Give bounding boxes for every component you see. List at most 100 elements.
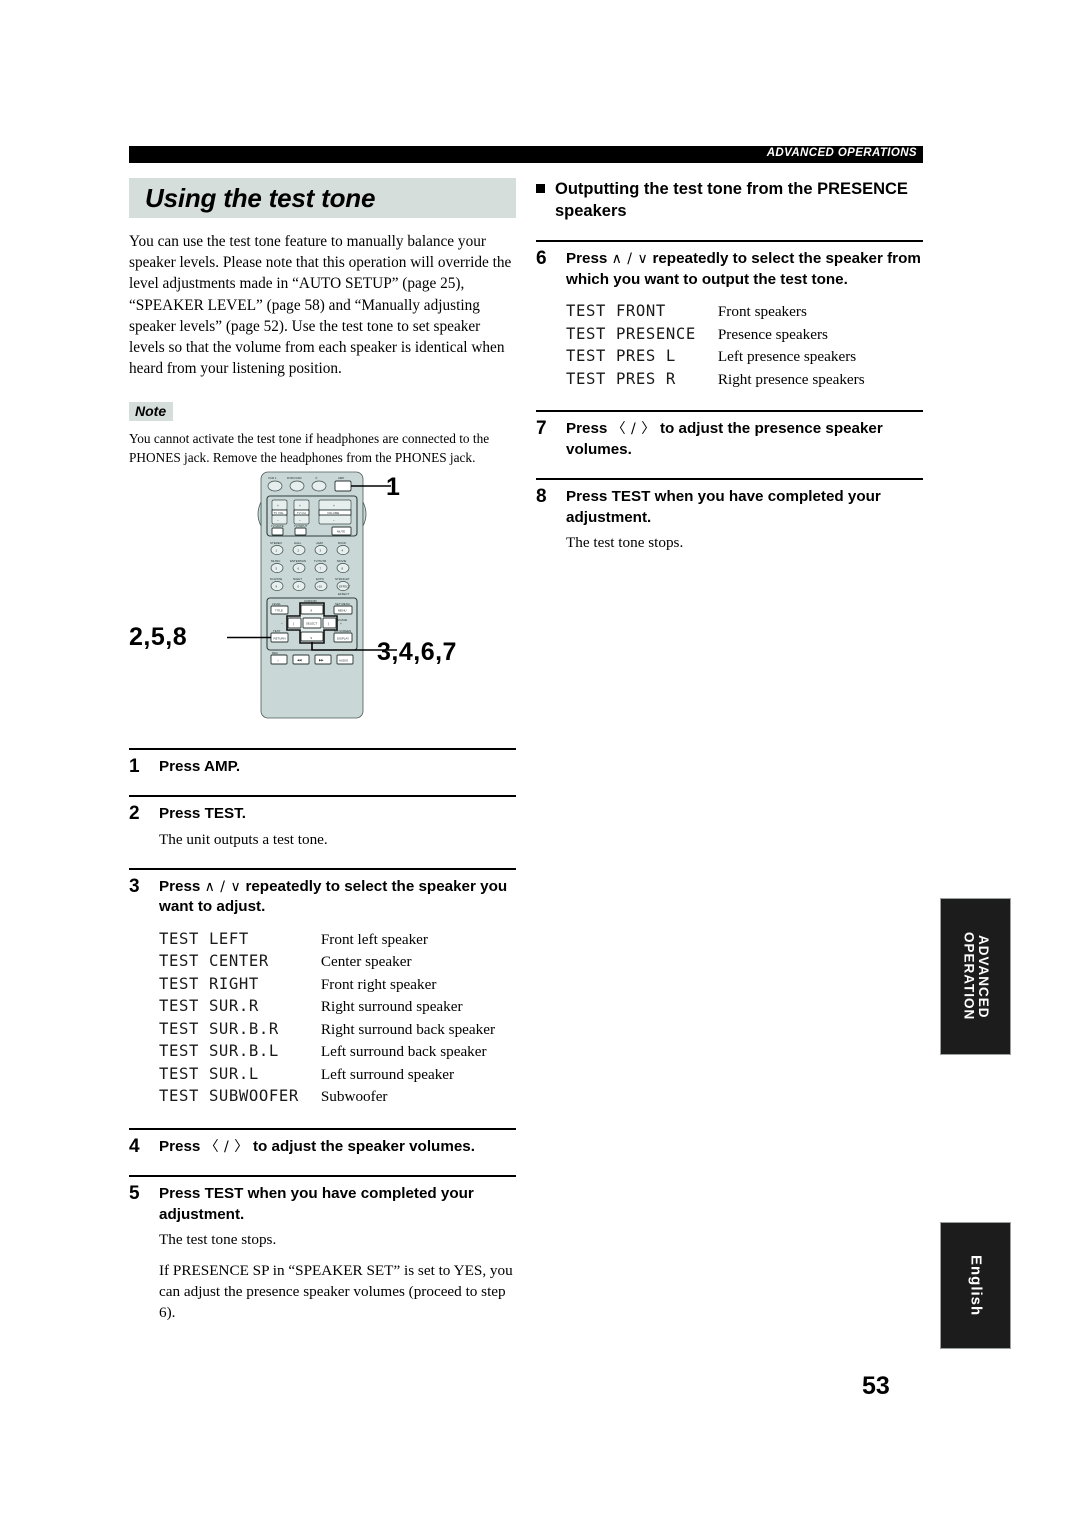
right-column: Outputting the test tone from the PRESEN… [536, 178, 923, 553]
page-title-text: Using the test tone [145, 182, 376, 213]
svg-text:VCR 1: VCR 1 [268, 476, 277, 480]
lcd-code: TEST PRESENCE [566, 324, 718, 347]
step-3-heading: Press ∧ / ∨ repeatedly to select the spe… [159, 877, 516, 918]
svg-text:STEREO: STEREO [270, 541, 283, 545]
step-6: 6 Press ∧ / ∨ repeatedly to select the s… [536, 240, 923, 290]
page-title: Using the test tone [129, 178, 516, 218]
step-5-body: Press TEST when you have completed your … [159, 1184, 516, 1323]
remote-control-figure: .bd { fill:#c9d8d6; stroke:#4b5a58; stro… [129, 470, 516, 720]
step-5-heading: Press TEST when you have completed your … [159, 1185, 474, 1223]
svg-text:−: − [299, 519, 301, 523]
updown-arrow-icon: ∧ / ∨ [204, 878, 242, 895]
step-7-number: 7 [536, 418, 547, 439]
lcd-code: TEST CENTER [159, 952, 321, 975]
lcd-code: TEST FRONT [566, 302, 718, 325]
step-4-heading-pre: Press [159, 1137, 205, 1155]
lcd-table-right: TEST FRONT Front speakers TEST PRESENCE Pr… [566, 302, 865, 392]
step-4-heading: Press 〈 / 〉 to adjust the speaker volume… [159, 1137, 516, 1158]
step-8-heading: Press TEST when you have completed your … [566, 488, 881, 526]
callout-1: 1 [386, 473, 401, 501]
square-bullet-icon [536, 184, 545, 193]
svg-text:−: − [333, 519, 335, 523]
svg-text:RETURN: RETURN [274, 637, 286, 641]
svg-text:AMP: AMP [338, 476, 344, 480]
svg-text:◀◀: ◀◀ [297, 658, 302, 662]
step-3-heading-pre: Press [159, 877, 205, 895]
lcd-code: TEST RIGHT [159, 974, 321, 998]
step-6-body: Press ∧ / ∨ repeatedly to select the spe… [566, 249, 923, 290]
updown-arrow-icon: ∧ / ∨ [611, 251, 649, 267]
svg-text:REC: REC [272, 651, 278, 655]
lcd-desc: Right surround speaker [320, 998, 463, 1016]
svg-text:SELECT: SELECT [306, 622, 317, 626]
lcd-code: TEST SUR.B.L [159, 1042, 321, 1065]
svg-text:DISPLAY: DISPLAY [337, 637, 349, 641]
lcd-table-left-body: TEST LEFT Front left speaker TEST CENTER C… [159, 929, 496, 1110]
svg-text:TEST: TEST [273, 629, 281, 633]
svg-text:⟨: ⟨ [293, 622, 294, 626]
lcd-code: TEST SUBWOOFER [159, 1087, 321, 1110]
svg-text:○: ○ [277, 659, 279, 663]
index-tab-english-label: English [967, 1254, 985, 1317]
table-row: TEST LEFT Front left speaker [159, 929, 495, 953]
svg-text:−: − [277, 519, 279, 523]
svg-text:CURSOR: CURSOR [304, 599, 317, 603]
svg-text:⟩: ⟩ [328, 622, 329, 626]
lcd-code: TEST PRES R [566, 369, 718, 392]
step-8-detail: The test tone stops. [566, 534, 684, 551]
lcd-desc: Right presence speakers [717, 370, 865, 388]
table-row: TEST RIGHT Front right speaker [159, 974, 495, 998]
svg-text:+: + [299, 504, 301, 508]
step-1-body: Press AMP. [159, 757, 516, 778]
step-2-detail: The unit outputs a test tone. [159, 830, 328, 848]
svg-text:5CH/STE: 5CH/STE [270, 577, 282, 581]
svg-text:MUSIC: MUSIC [271, 559, 280, 563]
running-head-label: ADVANCED OPERATIONS [766, 147, 917, 159]
index-tab-advanced-label: ADVANCED OPERATION [961, 932, 992, 1021]
step-4-body: Press 〈 / 〉 to adjust the speaker volume… [159, 1137, 516, 1158]
step-1-heading: Press AMP. [159, 757, 241, 775]
step-7-heading: Press 〈 / 〉 to adjust the presence speak… [566, 419, 923, 460]
lcd-desc: Presence speakers [717, 325, 828, 343]
lcd-desc: Subwoofer [320, 1088, 388, 1106]
step-8: 8 Press TEST when you have completed you… [536, 478, 923, 553]
svg-text:ROCK: ROCK [338, 541, 346, 545]
lcd-desc: Front right speaker [320, 975, 437, 993]
table-row: TEST FRONT Front speakers [566, 302, 865, 325]
left-column: Using the test tone You can use the test… [129, 178, 516, 1323]
table-row: TEST SUR.L Left surround speaker [159, 1064, 495, 1088]
step-6-heading-pre: Press [566, 250, 612, 267]
step-2-body: Press TEST. The unit outputs a test tone… [159, 804, 516, 850]
subsection-title-text: Outputting the test tone from the PRESEN… [555, 180, 908, 220]
svg-text:TV CH: TV CH [297, 511, 306, 515]
svg-text:HALL: HALL [294, 541, 302, 545]
svg-text:TV VOL: TV VOL [274, 511, 285, 515]
svg-text:JAZZ: JAZZ [316, 541, 323, 545]
svg-text:EFFECT: EFFECT [339, 585, 350, 589]
step-6-number: 6 [536, 248, 547, 269]
svg-text:SET MENU: SET MENU [335, 602, 350, 606]
svg-text:ON SCREEN: ON SCREEN [334, 629, 351, 633]
note-label: Note [129, 402, 174, 422]
svg-text:STRAIGHT: STRAIGHT [335, 577, 350, 581]
svg-text:∧: ∧ [310, 609, 312, 613]
step-4: 4 Press 〈 / 〉 to adjust the speaker volu… [129, 1127, 516, 1158]
step-8-body: Press TEST when you have completed your … [566, 487, 923, 553]
svg-text:TV MUTE: TV MUTE [271, 524, 284, 528]
page-number: 53 [862, 1372, 890, 1400]
index-tab-advanced-operation: ADVANCED OPERATION [940, 898, 1011, 1055]
table-row: TEST PRESENCE Presence speakers [566, 324, 865, 347]
index-tab-english: English [940, 1222, 1011, 1349]
svg-text:+10: +10 [317, 585, 322, 589]
lcd-desc: Left surround speaker [320, 1065, 455, 1083]
leftright-arrow-icon: 〈 / 〉 [204, 1138, 249, 1155]
lcd-desc: Right surround back speaker [320, 1020, 496, 1038]
svg-text:EXTD: EXTD [316, 577, 324, 581]
step-2: 2 Press TEST. The unit outputs a test to… [129, 795, 516, 850]
step-3-body: Press ∧ / ∨ repeatedly to select the spe… [159, 877, 516, 918]
subsection-heading: Outputting the test tone from the PRESEN… [536, 178, 923, 222]
table-row: TEST SUR.R Right surround speaker [159, 997, 495, 1020]
step-4-number: 4 [129, 1135, 140, 1157]
lcd-table-right-body: TEST FRONT Front speakers TEST PRESENCE Pr… [566, 302, 865, 392]
svg-text:AUDIO: AUDIO [339, 659, 349, 663]
